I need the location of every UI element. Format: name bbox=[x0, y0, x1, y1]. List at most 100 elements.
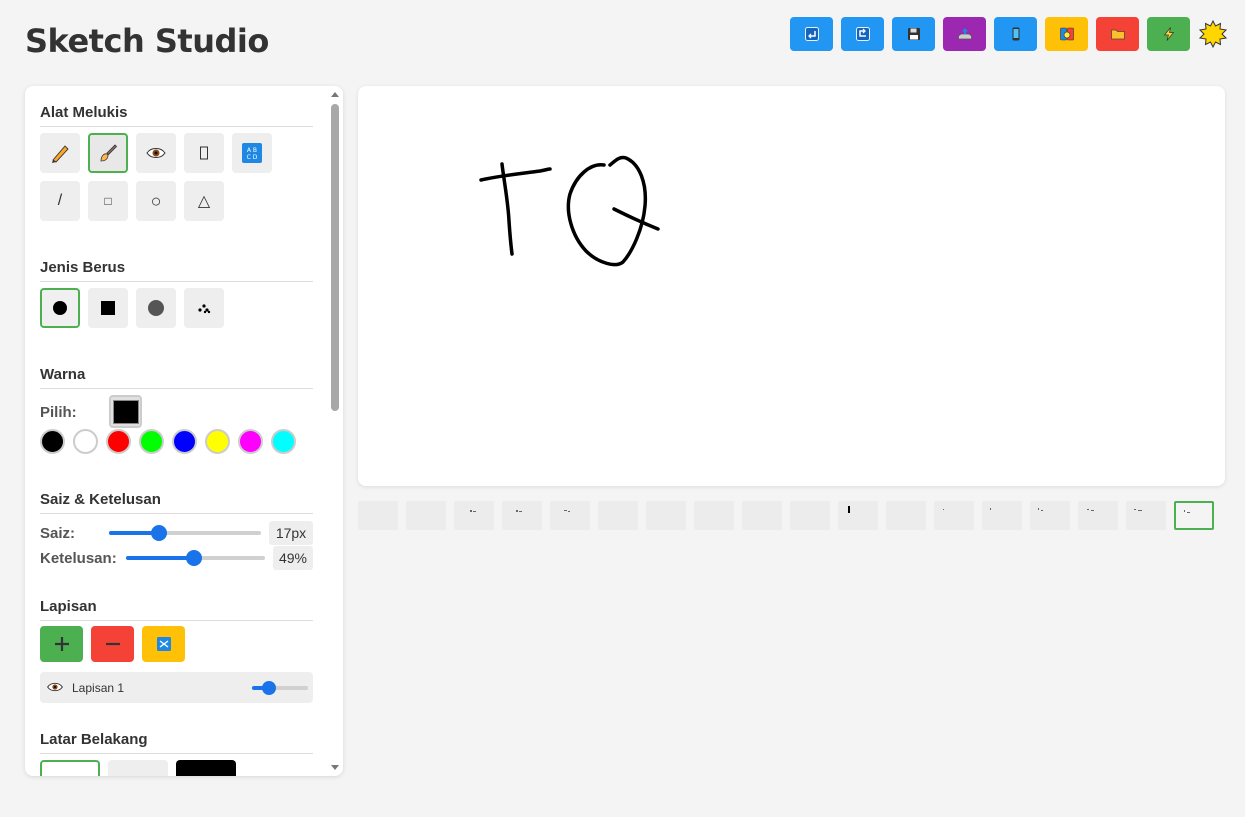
size-slider[interactable] bbox=[109, 525, 261, 541]
frame-thumbnail[interactable] bbox=[1126, 501, 1166, 530]
layer-opacity-thumb[interactable] bbox=[261, 681, 276, 695]
frame-thumbnail-mark bbox=[1041, 510, 1043, 511]
color-swatch[interactable] bbox=[238, 429, 263, 454]
frame-thumbnail[interactable] bbox=[1174, 501, 1214, 530]
tool-circle[interactable]: ○ bbox=[136, 181, 176, 221]
mobile-button[interactable] bbox=[994, 17, 1037, 51]
scroll-up-arrow[interactable] bbox=[331, 92, 339, 97]
quick-button[interactable] bbox=[1147, 17, 1190, 51]
floppy-disk-icon bbox=[907, 28, 920, 40]
sidebar-panel: Alat Melukis A BC D / □ ○ △ Jenis Berus bbox=[25, 86, 343, 776]
add-layer-button[interactable] bbox=[40, 626, 83, 662]
frame-thumbnail[interactable] bbox=[406, 501, 446, 530]
frame-thumbnail[interactable] bbox=[454, 501, 494, 530]
paintbrush-icon bbox=[100, 144, 118, 162]
current-color-picker[interactable] bbox=[109, 395, 142, 428]
section-title-layers: Lapisan bbox=[40, 598, 313, 621]
frame-thumbnail[interactable] bbox=[934, 501, 974, 530]
color-swatch[interactable] bbox=[172, 429, 197, 454]
tool-rectangle[interactable]: □ bbox=[88, 181, 128, 221]
frame-thumbnail-mark bbox=[519, 511, 522, 512]
frame-thumbnail[interactable] bbox=[550, 501, 590, 530]
opacity-slider-thumb[interactable] bbox=[186, 550, 203, 566]
open-button[interactable] bbox=[1096, 17, 1139, 51]
color-swatch[interactable] bbox=[139, 429, 164, 454]
color-swatch[interactable] bbox=[40, 429, 65, 454]
section-title-background: Latar Belakang bbox=[40, 731, 313, 754]
opacity-slider[interactable] bbox=[126, 550, 265, 566]
color-swatch[interactable] bbox=[73, 429, 98, 454]
section-title-tools: Alat Melukis bbox=[40, 104, 313, 127]
frame-thumbnail-mark bbox=[473, 511, 476, 512]
color-swatch[interactable] bbox=[106, 429, 131, 454]
line-icon: / bbox=[57, 192, 63, 209]
brush-round[interactable] bbox=[40, 288, 80, 328]
rectangle-icon: □ bbox=[104, 194, 112, 208]
sidebar-scrollbar[interactable] bbox=[329, 90, 341, 772]
layer-opacity-slider[interactable] bbox=[252, 681, 308, 695]
drawing-canvas[interactable] bbox=[358, 86, 1225, 486]
frame-thumbnail[interactable] bbox=[502, 501, 542, 530]
brush-spray[interactable] bbox=[184, 288, 224, 328]
palette-button[interactable] bbox=[1045, 17, 1088, 51]
frame-thumbnail[interactable] bbox=[982, 501, 1022, 530]
undo-icon bbox=[804, 27, 819, 41]
brush-soft[interactable] bbox=[136, 288, 176, 328]
undo-button[interactable] bbox=[790, 17, 833, 51]
tool-brush[interactable] bbox=[88, 133, 128, 173]
soft-brush-icon bbox=[148, 300, 164, 316]
layer-visibility-eye-icon[interactable] bbox=[46, 679, 64, 695]
redo-icon bbox=[855, 27, 870, 41]
frame-thumbnail-mark bbox=[564, 510, 567, 511]
layer-item[interactable]: Lapisan 1 bbox=[40, 672, 313, 703]
sun-icon bbox=[1199, 20, 1227, 48]
top-toolbar bbox=[790, 17, 1228, 51]
section-title-size-opacity: Saiz & Ketelusan bbox=[40, 491, 313, 514]
scroll-down-arrow[interactable] bbox=[331, 765, 339, 770]
section-title-brush-types: Jenis Berus bbox=[40, 259, 313, 282]
tool-pencil[interactable] bbox=[40, 133, 80, 173]
tool-line[interactable]: / bbox=[40, 181, 80, 221]
background-white[interactable] bbox=[40, 760, 100, 776]
round-brush-icon bbox=[53, 301, 67, 315]
shuffle-layer-button[interactable] bbox=[142, 626, 185, 662]
frame-thumbnail[interactable] bbox=[1030, 501, 1070, 530]
square-brush-icon bbox=[101, 301, 115, 315]
export-button[interactable] bbox=[943, 17, 986, 51]
frame-thumbnail[interactable] bbox=[790, 501, 830, 530]
brush-square[interactable] bbox=[88, 288, 128, 328]
background-light[interactable] bbox=[108, 760, 168, 776]
frame-thumbnail-mark bbox=[1184, 510, 1185, 512]
frame-thumbnail[interactable] bbox=[838, 501, 878, 530]
size-label: Saiz: bbox=[40, 525, 76, 542]
theme-toggle[interactable] bbox=[1198, 17, 1228, 51]
color-swatch[interactable] bbox=[205, 429, 230, 454]
frame-thumbnail[interactable] bbox=[694, 501, 734, 530]
scroll-thumb[interactable] bbox=[331, 104, 339, 411]
frame-thumbnail[interactable] bbox=[742, 501, 782, 530]
tool-text[interactable]: A BC D bbox=[232, 133, 272, 173]
background-black[interactable] bbox=[176, 760, 236, 776]
frame-thumbnail-mark bbox=[848, 506, 850, 513]
frame-thumbnail[interactable] bbox=[1078, 501, 1118, 530]
redo-button[interactable] bbox=[841, 17, 884, 51]
frame-thumbnail[interactable] bbox=[886, 501, 926, 530]
frame-thumbnail-mark bbox=[990, 508, 991, 510]
save-button[interactable] bbox=[892, 17, 935, 51]
eye-icon bbox=[146, 148, 166, 158]
tool-eraser[interactable] bbox=[184, 133, 224, 173]
tool-view[interactable] bbox=[136, 133, 176, 173]
lightning-icon bbox=[1163, 27, 1174, 41]
opacity-value: 49% bbox=[273, 546, 313, 570]
eraser-icon bbox=[200, 146, 208, 160]
frame-thumbnail[interactable] bbox=[358, 501, 398, 530]
frame-thumbnail-mark bbox=[470, 510, 472, 512]
tray-upload-icon bbox=[957, 28, 972, 40]
size-slider-thumb[interactable] bbox=[151, 525, 168, 541]
remove-layer-button[interactable] bbox=[91, 626, 134, 662]
spray-brush-icon bbox=[198, 304, 211, 314]
frame-thumbnail[interactable] bbox=[598, 501, 638, 530]
frame-thumbnail[interactable] bbox=[646, 501, 686, 530]
color-swatch[interactable] bbox=[271, 429, 296, 454]
tool-triangle[interactable]: △ bbox=[184, 181, 224, 221]
